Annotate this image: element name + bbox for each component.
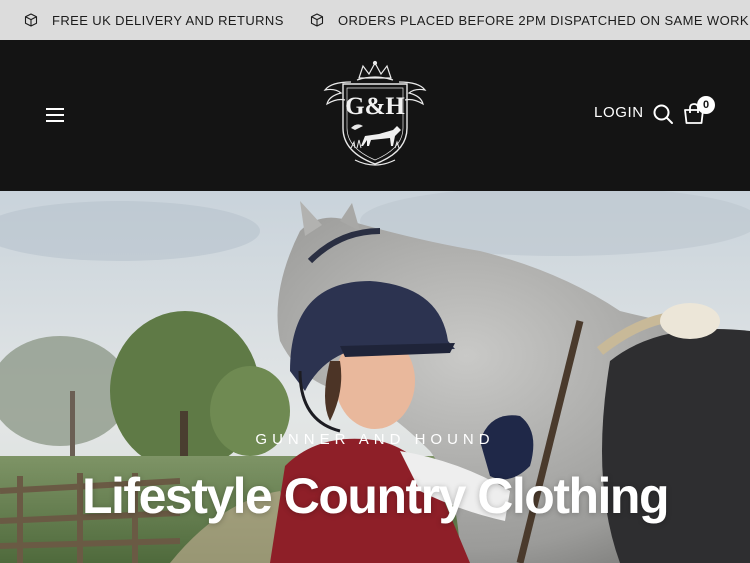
site-header: G&H LOGIN 0 xyxy=(0,40,750,191)
hero-banner: GUNNER AND HOUND Lifestyle Country Cloth… xyxy=(0,191,750,563)
search-icon[interactable] xyxy=(652,103,674,125)
announcement-bar: FREE UK DELIVERY AND RETURNS ORDERS PLAC… xyxy=(0,0,750,40)
announcement-text: FREE UK DELIVERY AND RETURNS xyxy=(52,12,284,28)
menu-icon xyxy=(46,108,64,110)
hero-headline: Lifestyle Country Clothing xyxy=(82,468,670,524)
logo-monogram: G&H xyxy=(345,93,405,120)
announcement-item: ORDERS PLACED BEFORE 2PM DISPATCHED ON S… xyxy=(310,0,750,40)
box-icon xyxy=(24,13,38,27)
announcement-item: FREE UK DELIVERY AND RETURNS xyxy=(24,0,284,40)
box-icon xyxy=(310,13,324,27)
menu-button[interactable] xyxy=(40,101,70,129)
hero-eyebrow: GUNNER AND HOUND xyxy=(255,431,495,448)
announcement-text: ORDERS PLACED BEFORE 2PM DISPATCHED ON S… xyxy=(338,12,750,28)
brand-logo[interactable]: G&H xyxy=(321,60,429,172)
cart-count-badge: 0 xyxy=(697,96,715,114)
login-link[interactable]: LOGIN xyxy=(594,104,644,121)
